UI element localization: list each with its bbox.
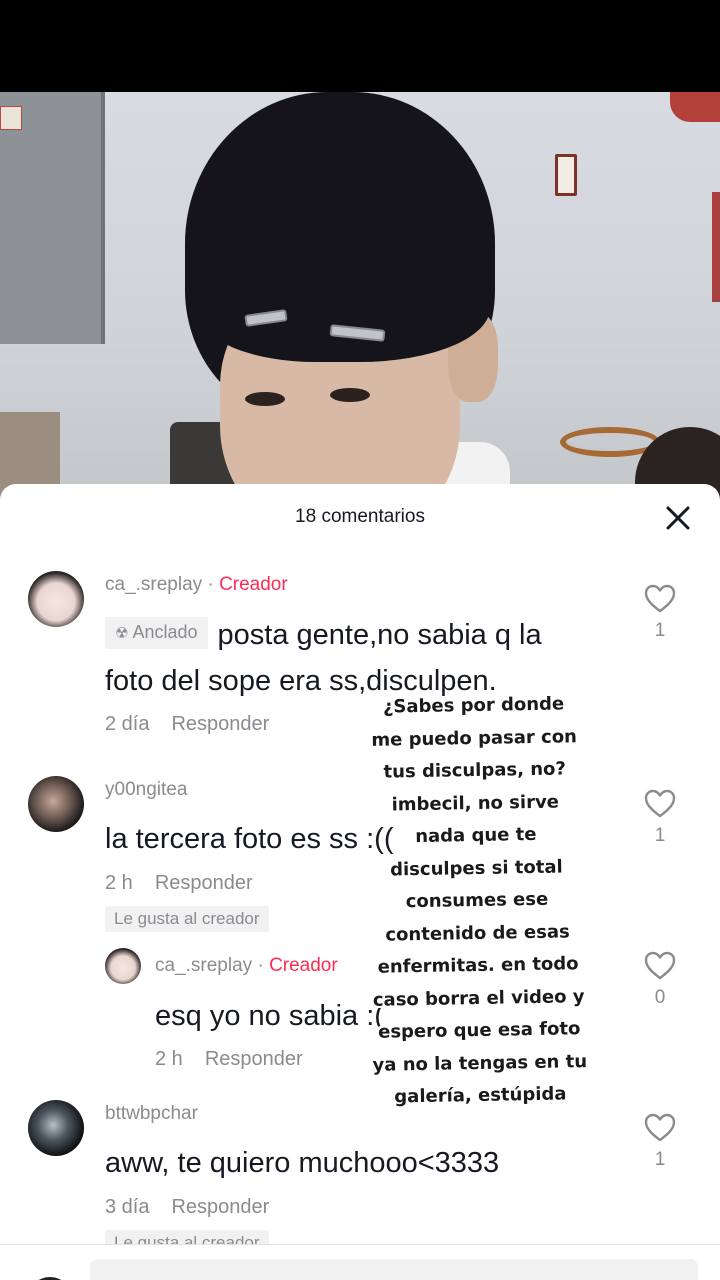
close-icon[interactable] [662, 502, 694, 534]
comment-meta: 2 día Responder [105, 713, 269, 736]
creator-badge: Creador [269, 955, 338, 976]
separator: · [257, 955, 264, 976]
heart-outline-icon [644, 789, 676, 818]
like-button[interactable]: 1 [640, 789, 680, 847]
reply-button[interactable]: Responder [205, 1048, 303, 1070]
comment-meta: 2 h Responder [155, 1048, 303, 1071]
like-count: 1 [654, 1149, 666, 1170]
reply-button[interactable]: Responder [171, 1196, 269, 1218]
comments-sheet: 18 comentarios ca_.sreplay · Creador ☢ A… [0, 484, 720, 1280]
comment-input-bar [0, 1244, 720, 1280]
like-count: 1 [654, 825, 666, 846]
fringe [200, 242, 490, 362]
creator-badge: Creador [219, 574, 288, 595]
eye-left [245, 392, 285, 406]
comment-time: 2 h [155, 1048, 183, 1070]
decoration-edge [712, 192, 720, 302]
like-count: 1 [654, 620, 666, 641]
eye-right [330, 388, 370, 402]
comment-text: la tercera foto es ss :(( [105, 823, 394, 855]
comment-text: esq yo no sabia :( [155, 1000, 384, 1032]
pinned-label: Anclado [132, 622, 198, 642]
like-button[interactable]: 0 [640, 951, 680, 1009]
pin-icon: ☢ [115, 625, 129, 642]
comment-time: 3 día [105, 1196, 150, 1218]
like-button[interactable]: 1 [640, 584, 680, 642]
wall-sticker [0, 106, 22, 130]
username[interactable]: bttwbpchar [105, 1103, 198, 1125]
light-switch [555, 154, 577, 196]
username[interactable]: ca_.sreplay [105, 574, 202, 595]
video-background [0, 92, 720, 512]
comment-time: 2 h [105, 872, 133, 894]
avatar[interactable] [105, 948, 141, 984]
decoration [670, 92, 720, 122]
heart-outline-icon [644, 951, 676, 980]
username[interactable]: ca_.sreplay [155, 955, 252, 976]
pinned-badge: ☢ Anclado [105, 617, 208, 649]
sticker-text-overlay: ¿Sabes por donde me puedo pasar con tus … [371, 693, 588, 1108]
comment-text-line: posta gente,no sabia q la [217, 619, 542, 651]
avatar[interactable] [28, 571, 84, 627]
status-bar-area [0, 0, 720, 92]
like-button[interactable]: 1 [640, 1113, 680, 1171]
reply-button[interactable]: Responder [171, 713, 269, 735]
reply-button[interactable]: Responder [155, 872, 253, 894]
comment-meta: 3 día Responder [105, 1196, 269, 1219]
avatar[interactable] [28, 776, 84, 832]
like-count: 0 [654, 987, 666, 1008]
comment-header: ca_.sreplay · Creador [105, 574, 288, 596]
username[interactable]: y00ngitea [105, 779, 187, 801]
creator-liked-badge: Le gusta al creador [105, 906, 269, 932]
separator: · [207, 574, 214, 595]
comment-meta: 2 h Responder [105, 872, 253, 895]
heart-outline-icon [644, 584, 676, 613]
comment-text: ☢ Anclado posta gente,no sabia q la [105, 612, 542, 658]
avatar[interactable] [28, 1100, 84, 1156]
comment-input[interactable] [90, 1259, 698, 1280]
comment-time: 2 día [105, 713, 150, 735]
comment-text: aww, te quiero muchooo<3333 [105, 1147, 500, 1179]
comment-header: ca_.sreplay · Creador [155, 955, 338, 977]
heart-outline-icon [644, 1113, 676, 1142]
comments-count-title: 18 comentarios [295, 506, 425, 527]
